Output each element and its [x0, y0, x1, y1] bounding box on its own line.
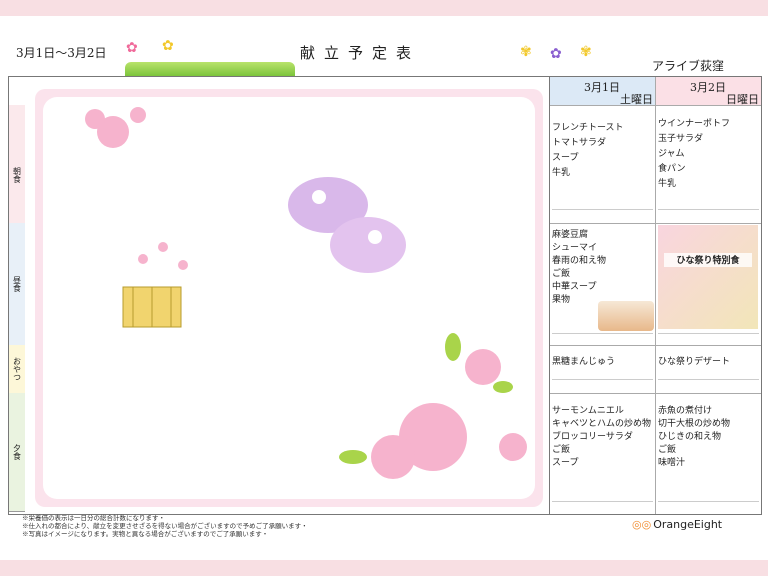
nutrition-line — [552, 209, 653, 216]
flower-icon: ✾ — [520, 44, 532, 60]
day-weekday: 日曜日 — [726, 93, 759, 106]
flower-icon: ✿ — [550, 46, 562, 62]
illustration-area — [43, 97, 535, 499]
menu-item: 中華スープ — [552, 282, 597, 292]
lunch-cell: 麻婆豆腐 シューマイ 春雨の和え物 ご飯 中華スープ 果物 — [552, 229, 653, 307]
facility-name: アライブ荻窪 — [652, 59, 725, 73]
day-date: 3月2日 — [690, 81, 726, 94]
day-columns: 3月1日 土曜日 フレンチトースト トマトサラダ スープ 牛乳 麻婆豆腐 シュー… — [549, 77, 762, 514]
row-divider — [656, 393, 761, 394]
footnote: ※栄養価の表示は一日分の総合計数になります・ — [22, 514, 165, 522]
menu-item: 赤魚の煮付け — [658, 406, 713, 416]
menu-item: 玉子サラダ — [658, 134, 704, 144]
menu-item: ご飯 — [658, 445, 677, 455]
row-divider — [550, 223, 655, 224]
menu-item: ご飯 — [552, 269, 571, 279]
top-band — [0, 0, 768, 16]
menu-item: キャベツとハムの炒め物 — [552, 419, 652, 429]
nutrition-line — [658, 333, 759, 340]
footnote: ※写真はイメージになります。実物と異なる場合がございますのでご了承願います・ — [22, 530, 269, 538]
row-label-lunch: 昼食 — [9, 223, 25, 346]
nutrition-line — [552, 501, 653, 508]
menu-item: サーモンムニエル — [552, 406, 624, 416]
menu-table: 朝食 昼食 おやつ 夕食 3月1日 土曜日 フレンチトースト トマトサラダ スー… — [8, 76, 762, 515]
hinamatsuri-illustration — [85, 107, 527, 479]
row-divider — [656, 223, 761, 224]
peach-blossom-icon — [85, 107, 146, 148]
bottom-band — [0, 560, 768, 576]
row-label-dinner: 夕食 — [9, 393, 25, 512]
nutrition-line — [552, 333, 653, 340]
special-meal-image: ひな祭り特別食 — [658, 225, 758, 329]
nutrition-line — [552, 379, 653, 386]
company-logo: ◎◎ OrangeEight — [632, 518, 722, 531]
breakfast-cell: ウインナーポトフ 玉子サラダ ジャム 食パン 牛乳 — [658, 117, 759, 192]
menu-item: ウインナーポトフ — [658, 119, 731, 129]
flower-icon: ✿ — [162, 38, 174, 54]
day-weekday: 土曜日 — [620, 93, 653, 106]
menu-item: ひな祭りデザート — [658, 357, 731, 367]
flower-icon: ✿ — [126, 40, 138, 56]
row-labels: 朝食 昼食 おやつ 夕食 — [9, 77, 25, 514]
nutrition-line — [658, 209, 759, 216]
menu-item: 春雨の和え物 — [552, 256, 607, 266]
logo-text: OrangeEight — [653, 518, 723, 531]
menu-item: 食パン — [658, 164, 686, 174]
dinner-cell: 赤魚の煮付け 切干大根の炒め物 ひじきの和え物 ご飯 味噌汁 — [658, 405, 759, 470]
hina-doll-icon — [288, 177, 406, 273]
menu-item: 切干大根の炒め物 — [658, 419, 731, 429]
menu-item: ご飯 — [552, 445, 571, 455]
snack-cell: 黒糖まんじゅう — [552, 355, 653, 370]
special-meal-label: ひな祭り特別食 — [664, 253, 752, 267]
lantern-icon — [122, 242, 188, 328]
row-label-snack: おやつ — [9, 345, 25, 394]
menu-item: ブロッコリーサラダ — [552, 432, 633, 442]
flower-icon: ✾ — [580, 44, 592, 60]
illustration-frame — [35, 89, 543, 507]
day-column-2: 3月2日 日曜日 ウインナーポトフ 玉子サラダ ジャム 食パン 牛乳 ひな祭り特… — [656, 77, 761, 514]
nutrition-line — [658, 379, 759, 386]
row-divider — [550, 393, 655, 394]
day-header-2: 3月2日 日曜日 — [656, 77, 761, 106]
food-photo — [598, 301, 654, 331]
menu-item: スープ — [552, 458, 579, 468]
menu-item: ひじきの和え物 — [658, 432, 722, 442]
row-divider — [550, 345, 655, 346]
footnotes: ※栄養価の表示は一日分の総合計数になります・ ※仕入れの都合により、献立を変更さ… — [22, 514, 308, 538]
dinner-cell: サーモンムニエル キャベツとハムの炒め物 ブロッコリーサラダ ご飯 スープ — [552, 405, 653, 470]
day-date: 3月1日 — [584, 81, 620, 94]
menu-item: シューマイ — [552, 243, 598, 253]
footnote: ※仕入れの都合により、献立を変更させざるを得ない場合がございますので予めご了承願… — [22, 522, 308, 530]
row-divider — [656, 345, 761, 346]
day-column-1: 3月1日 土曜日 フレンチトースト トマトサラダ スープ 牛乳 麻婆豆腐 シュー… — [550, 77, 656, 514]
peach-blossom-icon — [371, 349, 527, 479]
menu-item: スープ — [552, 153, 579, 163]
breakfast-cell: フレンチトースト トマトサラダ スープ 牛乳 — [552, 121, 653, 181]
menu-item: 牛乳 — [658, 179, 677, 189]
menu-item: 麻婆豆腐 — [552, 230, 589, 240]
menu-item: 牛乳 — [552, 168, 571, 178]
nutrition-line — [658, 501, 759, 508]
snack-cell: ひな祭りデザート — [658, 355, 759, 370]
grass-decoration — [125, 62, 295, 76]
menu-item: トマトサラダ — [552, 138, 607, 148]
date-range: 3月1日～3月2日 — [16, 46, 107, 60]
menu-item: フレンチトースト — [552, 123, 624, 133]
menu-item: 黒糖まんじゅう — [552, 357, 616, 367]
menu-item: 味噌汁 — [658, 458, 686, 468]
logo-mark-icon: ◎◎ — [632, 518, 652, 531]
day-header-1: 3月1日 土曜日 — [550, 77, 655, 106]
page-title: 献立予定表 — [300, 44, 421, 62]
menu-item: ジャム — [658, 149, 685, 159]
